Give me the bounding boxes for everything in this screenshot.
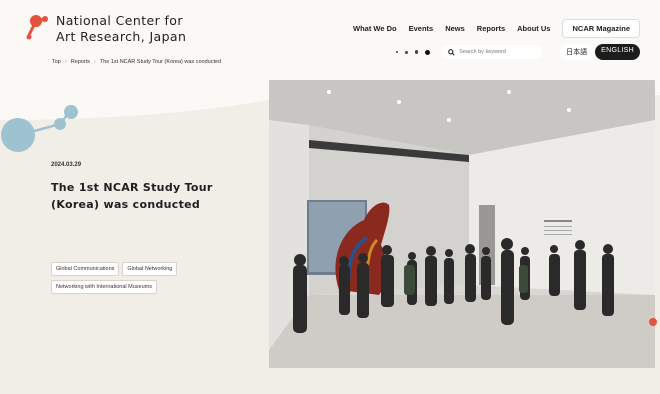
breadcrumb-separator: › — [64, 59, 67, 65]
font-size-xlarge-dot[interactable] — [425, 49, 431, 55]
scroll-top-button[interactable] — [649, 318, 657, 326]
site-name: National Center for Art Research, Japan — [56, 13, 186, 45]
font-size-medium-dot[interactable] — [404, 50, 408, 54]
nav-about-us[interactable]: About Us — [517, 24, 550, 33]
lang-english-button[interactable]: ENGLISH — [595, 44, 640, 60]
font-size-switcher — [389, 49, 431, 55]
article-hero-image — [269, 80, 655, 368]
font-size-large-dot[interactable] — [414, 50, 419, 54]
breadcrumb-separator: › — [93, 59, 96, 65]
site-name-line2: Art Research, Japan — [56, 29, 187, 44]
article-date: 2024.03.29 — [51, 162, 82, 168]
breadcrumb-current: The 1st NCAR Study Tour (Korea) was cond… — [99, 59, 222, 65]
site-logo[interactable]: National Center for Art Research, Japan — [22, 13, 186, 45]
language-switcher: 日本語 ENGLISH — [560, 44, 640, 60]
nav-events[interactable]: Events — [409, 24, 434, 33]
tag-global-networking[interactable]: Global Networking — [122, 262, 178, 276]
article-tags: Global Communications Global Networking … — [51, 262, 251, 298]
article-title: The 1st NCAR Study Tour (Korea) was cond… — [51, 181, 213, 211]
ncar-magazine-button[interactable]: NCAR Magazine — [562, 19, 640, 38]
utility-bar: 日本語 ENGLISH — [389, 44, 640, 60]
tag-global-communications[interactable]: Global Communications — [51, 262, 120, 276]
breadcrumb-reports[interactable]: Reports — [71, 59, 90, 65]
nav-news[interactable]: News — [445, 24, 465, 33]
search-input[interactable] — [459, 49, 536, 55]
main-nav: What We Do Events News Reports About Us … — [341, 19, 640, 38]
lang-japanese-button[interactable]: 日本語 — [560, 44, 594, 60]
tag-networking-international-museums[interactable]: Networking with International Museums — [51, 280, 157, 294]
nav-reports[interactable]: Reports — [477, 24, 505, 33]
site-name-line1: National Center for — [56, 13, 183, 28]
nav-what-we-do[interactable]: What We Do — [353, 24, 397, 33]
search-box[interactable] — [442, 45, 543, 59]
bubbles-decoration-icon — [1, 105, 78, 152]
search-icon[interactable] — [448, 48, 455, 56]
breadcrumb-top[interactable]: Top — [52, 59, 61, 65]
font-size-small-dot[interactable] — [395, 51, 398, 53]
logo-icon — [26, 15, 48, 40]
breadcrumb: Top › Reports › The 1st NCAR Study Tour … — [52, 59, 221, 65]
